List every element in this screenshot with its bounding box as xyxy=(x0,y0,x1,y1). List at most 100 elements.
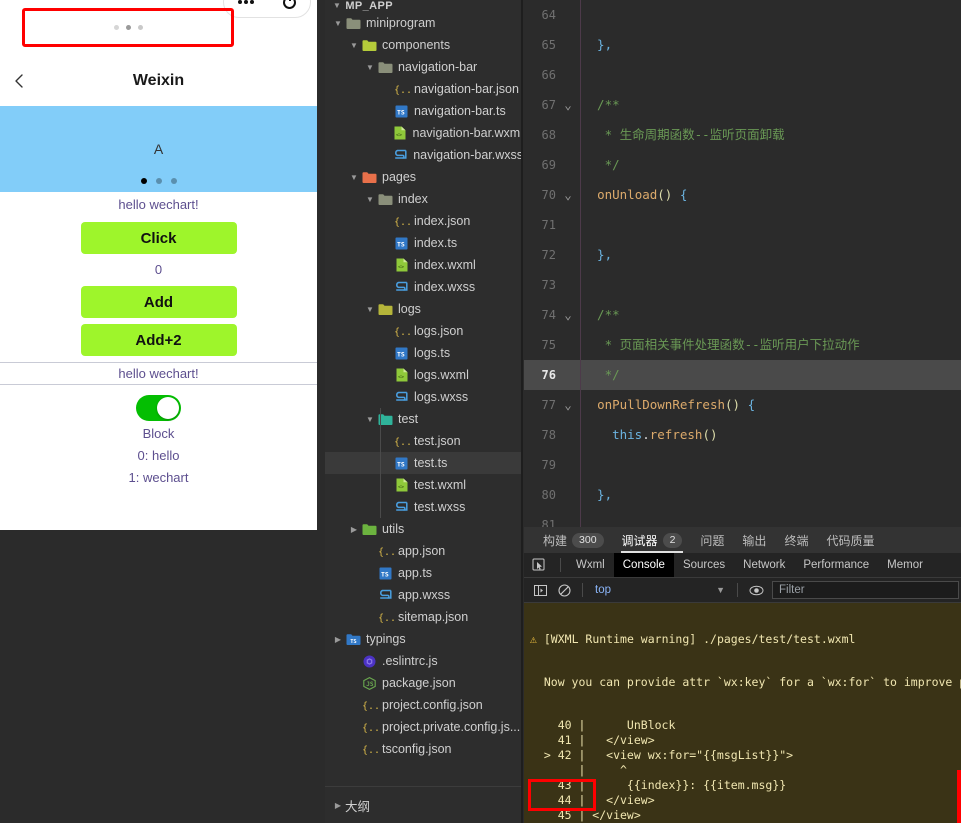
file-tree-item-logs-ts[interactable]: TS logs.ts xyxy=(325,342,523,364)
devtools-tab-bar[interactable]: Wxml Console Sources Network Performance Memo… xyxy=(524,553,961,578)
file-tree-item-logs-wxml[interactable]: <> logs.wxml xyxy=(325,364,523,386)
code-line-77[interactable]: 77 ⌄ onPullDownRefresh() { xyxy=(524,390,961,420)
code-line-68[interactable]: 68 * 生命周期函数--监听页面卸载 xyxy=(524,120,961,150)
file-tree-item-navigation-bar-json[interactable]: {..} navigation-bar.json xyxy=(325,78,523,100)
file-tree-item-app-ts[interactable]: TS app.ts xyxy=(325,562,523,584)
capsule-button[interactable] xyxy=(223,0,311,18)
chevron-right-icon[interactable]: ▶ xyxy=(347,525,361,534)
inspect-element-icon[interactable] xyxy=(524,558,554,572)
code-line-80[interactable]: 80 }, xyxy=(524,480,961,510)
panel-tab-构建[interactable]: 构建 300 xyxy=(534,527,613,553)
chevron-down-icon[interactable]: ▼ xyxy=(363,195,377,204)
block-toggle-switch[interactable] xyxy=(136,395,181,421)
code-line-78[interactable]: 78 this.refresh() xyxy=(524,420,961,450)
clear-console-icon[interactable] xyxy=(552,583,576,597)
devtools-tab-wxml[interactable]: Wxml xyxy=(567,553,614,577)
file-tree-item-index[interactable]: ▼ index xyxy=(325,188,523,210)
file-tree-item-navigation-bar-ts[interactable]: TS navigation-bar.ts xyxy=(325,100,523,122)
file-tree-item-project-private-config-js-[interactable]: {..} project.private.config.js... xyxy=(325,716,523,738)
file-tree-item-package-json[interactable]: JS package.json xyxy=(325,672,523,694)
fold-chevron-down-icon[interactable]: ⌄ xyxy=(562,180,574,210)
panel-tab-bar[interactable]: 构建 300 调试器 2 问题 输出 终端 代码质量 xyxy=(524,527,961,553)
file-tree-item-pages[interactable]: ▼ pages xyxy=(325,166,523,188)
file-tree-item-components[interactable]: ▼ components xyxy=(325,34,523,56)
fold-chevron-down-icon[interactable]: ⌄ xyxy=(562,90,574,120)
file-tree-item-index-wxss[interactable]: index.wxss xyxy=(325,276,523,298)
file-tree-item--eslintrc-js[interactable]: .eslintrc.js xyxy=(325,650,523,672)
file-tree-item-test-wxml[interactable]: <> test.wxml xyxy=(325,474,523,496)
file-tree-item-project-config-json[interactable]: {..} project.config.json xyxy=(325,694,523,716)
code-line-66[interactable]: 66 xyxy=(524,60,961,90)
chevron-down-icon[interactable]: ▼ xyxy=(331,19,345,28)
devtools-tabs[interactable]: Wxml Console Sources Network Performance Memo… xyxy=(567,553,932,577)
file-tree-item-tsconfig-json[interactable]: {..} tsconfig.json xyxy=(325,738,523,760)
chevron-left-icon[interactable] xyxy=(10,72,28,90)
console-context-select[interactable]: top ▼ xyxy=(589,581,731,599)
console-sidebar-icon[interactable] xyxy=(528,584,552,597)
code-line-81[interactable]: 81 xyxy=(524,510,961,527)
code-line-65[interactable]: 65 }, xyxy=(524,30,961,60)
file-tree-item-index-json[interactable]: {..} index.json xyxy=(325,210,523,232)
devtools-tab-performance[interactable]: Performance xyxy=(794,553,878,577)
code-line-67[interactable]: 67 ⌄ /** xyxy=(524,90,961,120)
live-expression-icon[interactable] xyxy=(744,584,768,597)
file-tree-item-test-wxss[interactable]: test.wxss xyxy=(325,496,523,518)
console-filter-input[interactable] xyxy=(772,581,959,599)
code-line-71[interactable]: 71 xyxy=(524,210,961,240)
chevron-down-icon[interactable]: ▼ xyxy=(363,415,377,424)
panel-tab-终端[interactable]: 终端 xyxy=(775,527,817,553)
code-editor[interactable]: 64 65 }, 66 67 ⌄ /** 68 * 生命周期函数--监听页面卸载 69 */… xyxy=(524,0,961,527)
file-tree-item-sitemap-json[interactable]: {..} sitemap.json xyxy=(325,606,523,628)
code-line-72[interactable]: 72 }, xyxy=(524,240,961,270)
panel-tab-代码质量[interactable]: 代码质量 xyxy=(817,527,883,553)
file-tree-item-typings[interactable]: ▶ TS typings xyxy=(325,628,523,650)
file-tree-item-miniprogram[interactable]: ▼ miniprogram xyxy=(325,12,523,34)
devtools-tab-console[interactable]: Console xyxy=(613,553,674,577)
code-line-64[interactable]: 64 xyxy=(524,0,961,30)
file-tree-item-app-json[interactable]: {..} app.json xyxy=(325,540,523,562)
chevron-down-icon[interactable]: ▼ xyxy=(347,41,361,50)
devtools-tab-network[interactable]: Network xyxy=(734,553,794,577)
code-line-79[interactable]: 79 xyxy=(524,450,961,480)
file-tree-item-index-ts[interactable]: TS index.ts xyxy=(325,232,523,254)
add-plus-two-button[interactable]: Add+2 xyxy=(80,324,237,356)
devtools-tab-memor[interactable]: Memor xyxy=(878,553,932,577)
chevron-down-icon[interactable]: ▼ xyxy=(716,585,725,595)
file-tree-item-navigation-bar[interactable]: ▼ navigation-bar xyxy=(325,56,523,78)
code-line-70[interactable]: 70 ⌄ onUnload() { xyxy=(524,180,961,210)
target-circle-icon[interactable] xyxy=(282,0,296,9)
swiper-dots[interactable] xyxy=(140,178,177,184)
swiper-carousel[interactable]: A xyxy=(0,106,317,192)
panel-tab-问题[interactable]: 问题 xyxy=(691,527,733,553)
file-tree-item-app-wxss[interactable]: app.wxss xyxy=(325,584,523,606)
outline-section[interactable]: ▶ 大纲 xyxy=(325,786,523,823)
fold-chevron-down-icon[interactable]: ⌄ xyxy=(562,300,574,330)
code-line-75[interactable]: 75 * 页面相关事件处理函数--监听用户下拉动作 xyxy=(524,330,961,360)
chevron-right-icon[interactable]: ▶ xyxy=(331,635,345,644)
code-line-74[interactable]: 74 ⌄ /** xyxy=(524,300,961,330)
console-toolbar[interactable]: top ▼ xyxy=(524,578,961,603)
file-tree-item-index-wxml[interactable]: <> index.wxml xyxy=(325,254,523,276)
code-line-76[interactable]: 76 */ xyxy=(524,360,961,390)
code-line-73[interactable]: 73 xyxy=(524,270,961,300)
file-tree-item-utils[interactable]: ▶ utils xyxy=(325,518,523,540)
file-tree-item-logs-wxss[interactable]: logs.wxss xyxy=(325,386,523,408)
code-lines-container[interactable]: 64 65 }, 66 67 ⌄ /** 68 * 生命周期函数--监听页面卸载 69 */… xyxy=(524,0,961,527)
file-tree-item-test[interactable]: ▼ test xyxy=(325,408,523,430)
file-tree-item-test-json[interactable]: {..} test.json xyxy=(325,430,523,452)
code-line-69[interactable]: 69 */ xyxy=(524,150,961,180)
file-tree-list[interactable]: ▼ miniprogram ▼ components ▼ navigation-bar {.… xyxy=(325,12,523,787)
file-tree-item-test-ts[interactable]: TS test.ts xyxy=(325,452,523,474)
file-tree-item-navigation-bar-wxss[interactable]: navigation-bar.wxss xyxy=(325,144,523,166)
chevron-right-icon[interactable]: ▶ xyxy=(331,801,345,810)
devtools-tab-sources[interactable]: Sources xyxy=(674,553,734,577)
chevron-down-icon[interactable]: ▼ xyxy=(347,173,361,182)
panel-tab-输出[interactable]: 输出 xyxy=(733,527,775,553)
panel-tab-调试器[interactable]: 调试器 2 xyxy=(613,527,692,553)
more-dots-icon[interactable] xyxy=(238,0,255,4)
chevron-down-icon[interactable]: ▼ xyxy=(363,63,377,72)
chevron-down-icon[interactable]: ▼ xyxy=(363,305,377,314)
click-button[interactable]: Click xyxy=(80,222,237,254)
file-tree-item-logs[interactable]: ▼ logs xyxy=(325,298,523,320)
fold-chevron-down-icon[interactable]: ⌄ xyxy=(562,390,574,420)
